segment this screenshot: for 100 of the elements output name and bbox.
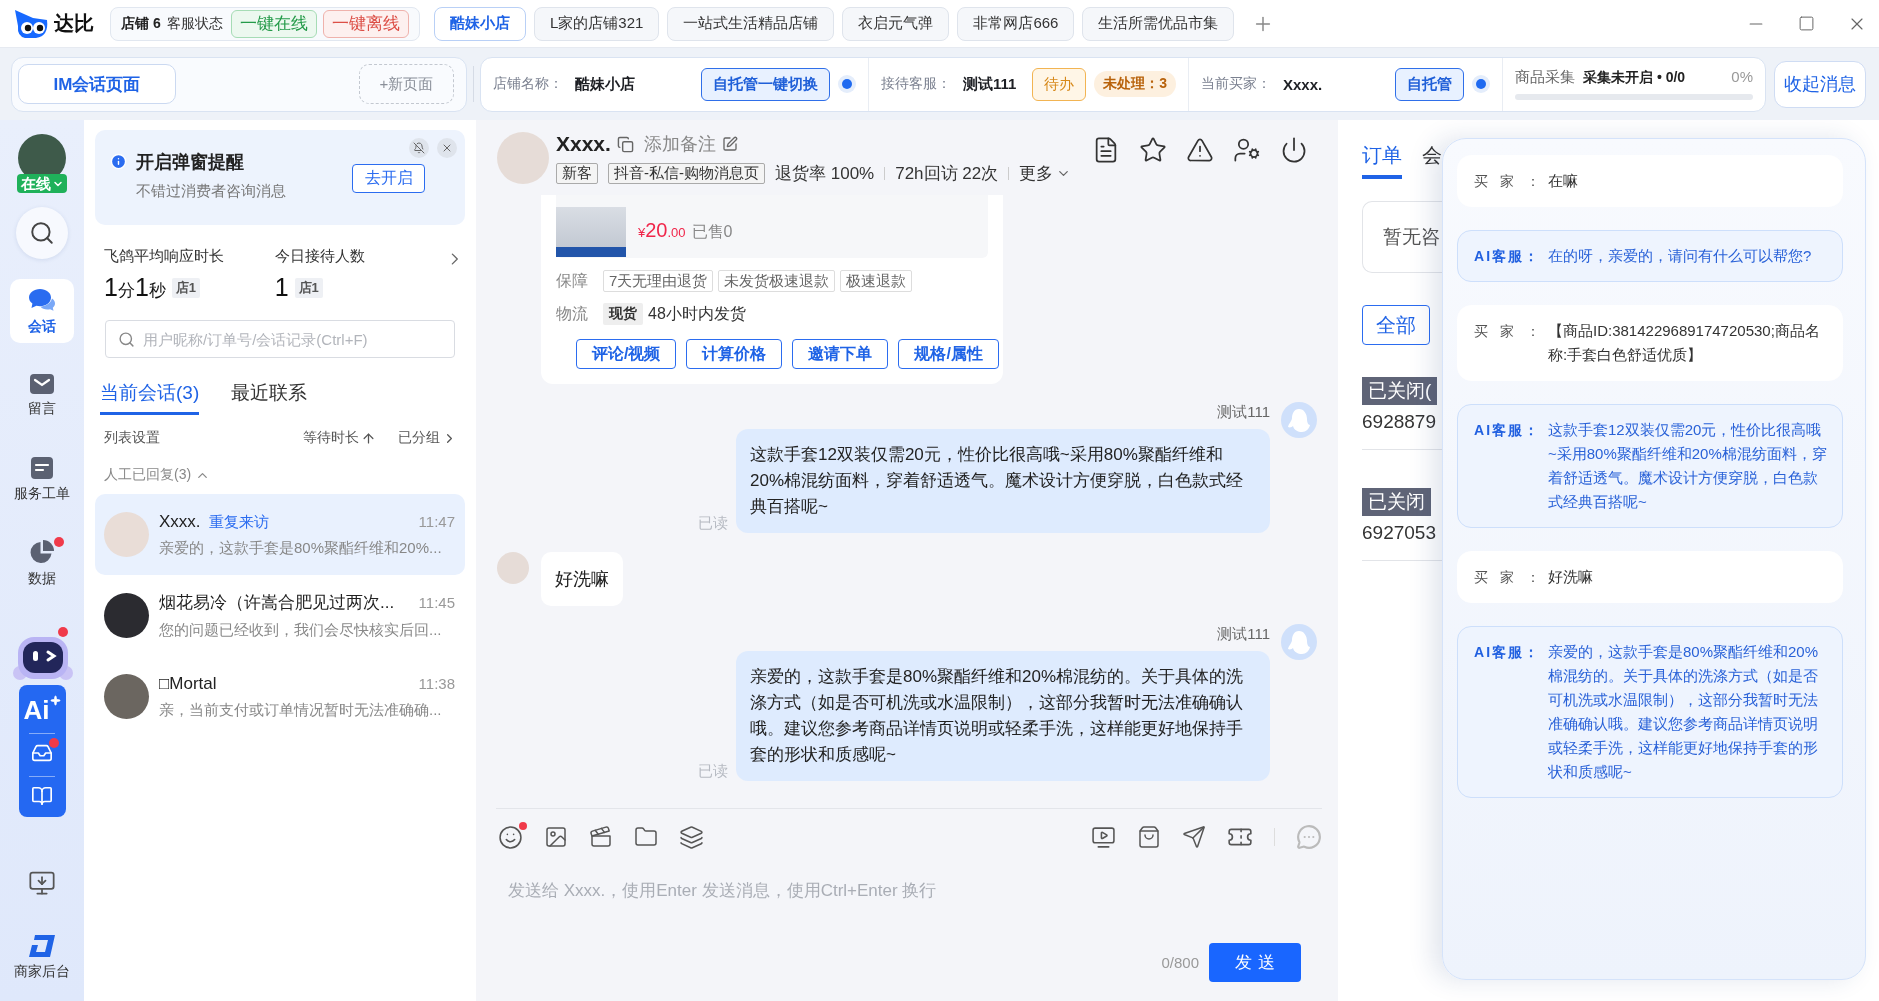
- list-tab[interactable]: 当前会话(3): [100, 380, 200, 415]
- warning-icon[interactable]: [1186, 136, 1214, 164]
- product-action-button[interactable]: 规格/属性: [898, 339, 999, 369]
- store-tab[interactable]: L家的店铺321: [534, 6, 660, 41]
- add-note-link[interactable]: 添加备注: [643, 132, 716, 156]
- chat-bubbles-icon: [28, 286, 56, 313]
- search-button[interactable]: [16, 207, 68, 259]
- copy-icon[interactable]: [616, 135, 634, 153]
- store-tab[interactable]: 衣启元气弹: [842, 6, 950, 41]
- group-header[interactable]: 人工已回复(3): [104, 466, 192, 484]
- message-time: 11:45: [418, 594, 455, 611]
- filter-all-button[interactable]: 全部: [1362, 305, 1430, 345]
- new-page-button[interactable]: +新页面: [359, 64, 454, 104]
- store-tab[interactable]: 酷妹小店: [434, 6, 526, 41]
- clapperboard-icon[interactable]: [589, 825, 613, 849]
- inbox-icon[interactable]: [31, 742, 53, 764]
- store-tab[interactable]: 生活所需优品市集: [1082, 6, 1235, 41]
- customer-tag: 抖音-私信-购物消息页: [608, 163, 765, 184]
- nav-item[interactable]: 会话: [10, 279, 74, 343]
- status-dot-icon: [838, 75, 856, 93]
- store-tab[interactable]: 非常网店666: [957, 6, 1075, 41]
- layers-icon[interactable]: [679, 824, 704, 850]
- emoji-icon[interactable]: [498, 824, 523, 850]
- image-icon[interactable]: [544, 825, 568, 849]
- close-icon[interactable]: [437, 138, 457, 158]
- power-icon[interactable]: [1280, 136, 1308, 164]
- notification-dot-icon: [519, 821, 527, 830]
- search-input[interactable]: 用户昵称/订单号/会话记录(Ctrl+F): [141, 329, 442, 349]
- product-photo-placeholder: [556, 207, 626, 257]
- list-settings-link[interactable]: 列表设置: [104, 429, 160, 447]
- read-status: 已读: [698, 514, 728, 533]
- pie-chart-icon: [29, 538, 55, 565]
- more-dropdown[interactable]: 更多: [1019, 162, 1072, 185]
- contact-name: □Mortal: [159, 673, 217, 694]
- agent-name: 测试111: [963, 74, 1017, 94]
- star-icon[interactable]: [1139, 136, 1167, 164]
- edit-icon[interactable]: [721, 136, 738, 152]
- auto-hosting-button[interactable]: 自托管: [1395, 67, 1464, 101]
- avatar-photo-placeholder: [104, 674, 149, 719]
- buyer-name: Xxxx.: [556, 132, 611, 156]
- product-action-button[interactable]: 邀请下单: [792, 339, 889, 369]
- guarantee-label: 保障: [556, 270, 588, 291]
- search-field[interactable]: 用户昵称/订单号/会话记录(Ctrl+F): [105, 320, 455, 358]
- nav-item[interactable]: 数据: [10, 531, 74, 595]
- bell-off-icon[interactable]: [409, 138, 429, 158]
- incoming-message-bubble: 好洗嘛: [541, 552, 623, 606]
- list-tab[interactable]: 最近联系: [231, 380, 308, 415]
- field-label: 当前买家：: [1201, 75, 1271, 93]
- outgoing-message-bubble: 亲爱的，这款手套是80%聚酯纤维和20%棉混纺的。关于具体的洗涤方式（如是否可机洗或水温限制），这部分我暂时无法准确确认哦。建议您参考商品详情页说明或轻柔手洗，这样能更好地保持手套的形状和质感呢~: [736, 651, 1270, 781]
- log-message-text: 这款手套12双装仅需20元，性价比很高哦~采用80%聚酯纤维和20%棉混纺面料，穿着舒适透气。魔术设计方便穿脱，白色款式经典百搭呢~: [1548, 420, 1828, 512]
- guarantee-tag: 未发货极速退款: [718, 270, 836, 292]
- stat-label: 今日接待人数: [274, 247, 366, 266]
- avatar-photo-placeholder: [104, 512, 149, 557]
- merchant-logo-icon[interactable]: [27, 933, 57, 959]
- buyer-stat: 退货率 100%: [775, 163, 875, 185]
- folder-icon[interactable]: [634, 825, 658, 849]
- page-tab[interactable]: IM会话页面: [18, 64, 176, 104]
- collapse-messages-button[interactable]: 收起消息: [1774, 60, 1866, 108]
- merchant-backend-link[interactable]: 商家后台: [14, 963, 70, 981]
- online-button[interactable]: 一键在线: [230, 9, 317, 38]
- nav-item[interactable]: 留言: [10, 363, 74, 427]
- user-gear-icon[interactable]: [1233, 136, 1261, 164]
- read-status: 已读: [698, 762, 728, 781]
- store-tag: 店1: [171, 277, 201, 298]
- speaker-label: 买家：: [1474, 172, 1548, 191]
- monitor-download-icon[interactable]: [28, 869, 56, 897]
- offline-button[interactable]: 一键离线: [322, 9, 409, 38]
- collection-status: 采集未开启 • 0/0: [1583, 69, 1686, 87]
- message-preview: 亲爱的，这款手套是80%聚酯纤维和20%...: [159, 538, 443, 558]
- send-icon[interactable]: [1182, 825, 1206, 849]
- send-button[interactable]: 发送: [1209, 943, 1301, 982]
- nav-item[interactable]: 服务工单: [10, 447, 74, 511]
- speaker-label: 买家：: [1474, 568, 1548, 587]
- speaker-label: AI客服：: [1474, 247, 1542, 266]
- online-status-dropdown[interactable]: 在线: [17, 174, 67, 193]
- product-action-button[interactable]: 计算价格: [686, 339, 783, 369]
- conversation-item[interactable]: Xxxx. 重复来访 11:47 亲爱的，这款手套是80%聚酯纤维和20%...: [95, 494, 465, 575]
- buyer-stat: 72h回访 22次: [895, 163, 999, 185]
- book-icon[interactable]: [31, 785, 53, 807]
- guarantee-tag: 7天无理由退货: [603, 270, 714, 292]
- message-preview: 亲，当前支付或订单情况暂时无法准确确...: [159, 700, 443, 720]
- video-play-icon[interactable]: [1091, 824, 1116, 850]
- grouped-link[interactable]: 已分组: [398, 429, 440, 447]
- maximize-icon[interactable]: [1798, 15, 1815, 32]
- conversation-item[interactable]: 烟花易冷（许嵩合肥见过两次... 11:45 您的问题已经收到，我们会尽快核实后回...: [95, 575, 465, 656]
- side-tab[interactable]: 订单: [1362, 142, 1402, 179]
- order-status-tag: 已关闭: [1362, 488, 1431, 516]
- product-action-button[interactable]: 评论/视频: [576, 339, 677, 369]
- agent-avatar-icon: [1281, 624, 1317, 660]
- order-status-tag: 已关闭(: [1362, 377, 1438, 405]
- order-number: 6928879: [1362, 411, 1436, 433]
- speaker-label: AI客服：: [1474, 643, 1542, 662]
- conversation-item[interactable]: □Mortal 11:38 亲，当前支付或订单情况暂时无法准确确...: [95, 656, 465, 737]
- store-tab[interactable]: 一站式生活精品店铺: [667, 6, 835, 41]
- sort-by-wait-time[interactable]: 等待时长: [303, 429, 359, 447]
- auto-hosting-switch-button[interactable]: 自托管一键切换: [701, 67, 830, 101]
- enable-button[interactable]: 去开启: [352, 164, 425, 193]
- side-tab[interactable]: 会: [1422, 142, 1442, 179]
- shopping-bag-icon[interactable]: [1137, 825, 1161, 849]
- log-message-text: 【商品ID:3814229689174720530;商品名称:手套白色舒适优质】: [1548, 321, 1821, 365]
